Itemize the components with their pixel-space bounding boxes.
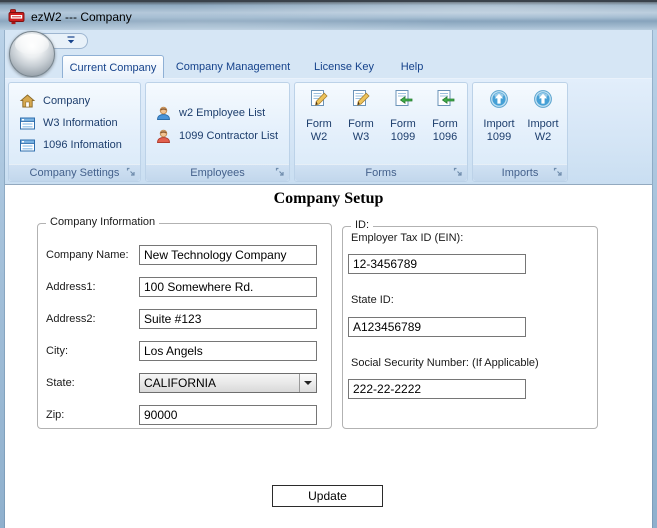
ribbon-item-1096-infomation[interactable]: 1096 Infomation <box>19 135 122 155</box>
ribbon-item-company[interactable]: Company <box>19 91 90 111</box>
window-title: ezW2 --- Company <box>31 10 132 24</box>
company-name-label: Company Name: <box>46 249 129 261</box>
group-label: Employees <box>190 167 245 179</box>
button-label-line2: W2 <box>534 131 552 143</box>
form-list-icon <box>20 117 35 129</box>
address1-input[interactable] <box>139 277 317 297</box>
ribbon-group-employees: w2 Employee List 1099 Contractor List Em… <box>145 82 290 182</box>
button-label-line2: 1099 <box>390 131 416 143</box>
dialog-launcher-icon[interactable] <box>553 167 564 178</box>
ribbon-button-form-w2[interactable]: Form W2 <box>299 85 339 163</box>
form-list-icon <box>20 139 35 151</box>
groupbox-legend: ID: <box>351 219 374 231</box>
app-window: ezW2 --- Company Current Company Company… <box>0 0 657 528</box>
group-label: Company Settings <box>29 167 120 179</box>
doc-arrow-icon <box>437 90 455 106</box>
ribbon: Company W3 Information 1096 Infomation C… <box>5 78 652 184</box>
dialog-launcher-icon[interactable] <box>275 167 286 178</box>
button-label-line2: 1096 <box>432 131 458 143</box>
import-up-icon <box>490 90 508 108</box>
page-title: Company Setup <box>273 190 384 207</box>
tab-company-management[interactable]: Company Management <box>172 55 294 79</box>
button-label-line1: Import <box>483 118 515 130</box>
person-red-icon <box>157 129 170 143</box>
zip-input[interactable] <box>139 405 317 425</box>
state-select[interactable]: CALIFORNIA <box>139 373 317 393</box>
ein-label: Employer Tax ID (EIN): <box>351 232 464 244</box>
tab-license-key[interactable]: License Key <box>306 55 382 79</box>
ssn-label: Social Security Number: (If Applicable) <box>351 357 539 369</box>
state-id-label: State ID: <box>351 294 394 306</box>
window-frame-right <box>652 30 657 528</box>
address1-label: Address1: <box>46 281 96 293</box>
ribbon-button-form-1099[interactable]: Form 1099 <box>383 85 423 163</box>
city-input[interactable] <box>139 341 317 361</box>
button-label-line1: Form <box>390 118 416 130</box>
qat-customize-icon[interactable] <box>66 36 76 45</box>
ssn-input[interactable] <box>348 379 526 399</box>
update-button[interactable]: Update <box>272 485 383 507</box>
company-name-input[interactable] <box>139 245 317 265</box>
import-up-icon <box>534 90 552 108</box>
person-blue-icon <box>157 106 170 120</box>
button-label-line1: Import <box>527 118 559 130</box>
doc-edit-icon <box>311 90 328 106</box>
app-icon[interactable] <box>8 8 26 26</box>
title-bar[interactable]: ezW2 --- Company <box>0 0 657 30</box>
group-footer-company-settings: Company Settings <box>9 164 140 181</box>
group-footer-imports: Imports <box>473 164 567 181</box>
doc-edit-icon <box>353 90 370 106</box>
group-footer-employees: Employees <box>146 164 289 181</box>
button-label-line1: Form <box>306 118 332 130</box>
groupbox-id: ID: Employer Tax ID (EIN): State ID: Soc… <box>342 219 598 429</box>
state-selected-value: CALIFORNIA <box>144 376 217 390</box>
address2-label: Address2: <box>46 313 96 325</box>
tab-help[interactable]: Help <box>390 55 434 79</box>
button-label-line2: W2 <box>310 131 328 143</box>
button-label-line2: 1099 <box>486 131 512 143</box>
group-label: Forms <box>365 167 397 179</box>
dialog-launcher-icon[interactable] <box>126 167 137 178</box>
ribbon-group-imports: Import 1099 Import W2 Imports <box>472 82 568 182</box>
ribbon-button-import-1099[interactable]: Import 1099 <box>477 85 521 163</box>
button-label-line1: Form <box>348 118 374 130</box>
application-orb-button[interactable] <box>9 31 55 77</box>
ribbon-button-form-1096[interactable]: Form 1096 <box>425 85 465 163</box>
ribbon-item-label: Company <box>43 95 91 107</box>
groupbox-legend: Company Information <box>46 216 160 228</box>
state-id-input[interactable] <box>348 317 526 337</box>
doc-arrow-icon <box>395 90 413 106</box>
ribbon-item-label: 1099 Contractor List <box>179 130 279 142</box>
ribbon-button-form-w3[interactable]: Form W3 <box>341 85 381 163</box>
ribbon-button-import-w2[interactable]: Import W2 <box>521 85 565 163</box>
ribbon-group-forms: Form W2 Form W3 Form 1099 Form 1096 Form… <box>294 82 468 182</box>
zip-label: Zip: <box>46 409 65 421</box>
dialog-launcher-icon[interactable] <box>453 167 464 178</box>
ribbon-item-label: w2 Employee List <box>179 107 266 119</box>
state-label: State: <box>46 377 75 389</box>
ribbon-item-label: W3 Information <box>43 117 118 129</box>
button-label-line1: Form <box>432 118 458 130</box>
button-label-line2: W3 <box>352 131 370 143</box>
ribbon-item-w2-employee-list[interactable]: w2 Employee List <box>155 103 265 123</box>
ein-input[interactable] <box>348 254 526 274</box>
city-label: City: <box>46 345 68 357</box>
main-content: Company Setup Company Information Compan… <box>5 184 652 528</box>
ribbon-item-w3-information[interactable]: W3 Information <box>19 113 118 133</box>
ribbon-group-company-settings: Company W3 Information 1096 Infomation C… <box>8 82 141 182</box>
groupbox-company-information: Company Information Company Name: Addres… <box>37 216 332 429</box>
address2-input[interactable] <box>139 309 317 329</box>
tab-current-company[interactable]: Current Company <box>62 55 164 79</box>
group-footer-forms: Forms <box>295 164 467 181</box>
ribbon-item-1099-contractor-list[interactable]: 1099 Contractor List <box>155 126 278 146</box>
chevron-down-icon[interactable] <box>299 374 316 392</box>
home-icon <box>19 93 36 107</box>
ribbon-item-label: 1096 Infomation <box>43 139 122 151</box>
